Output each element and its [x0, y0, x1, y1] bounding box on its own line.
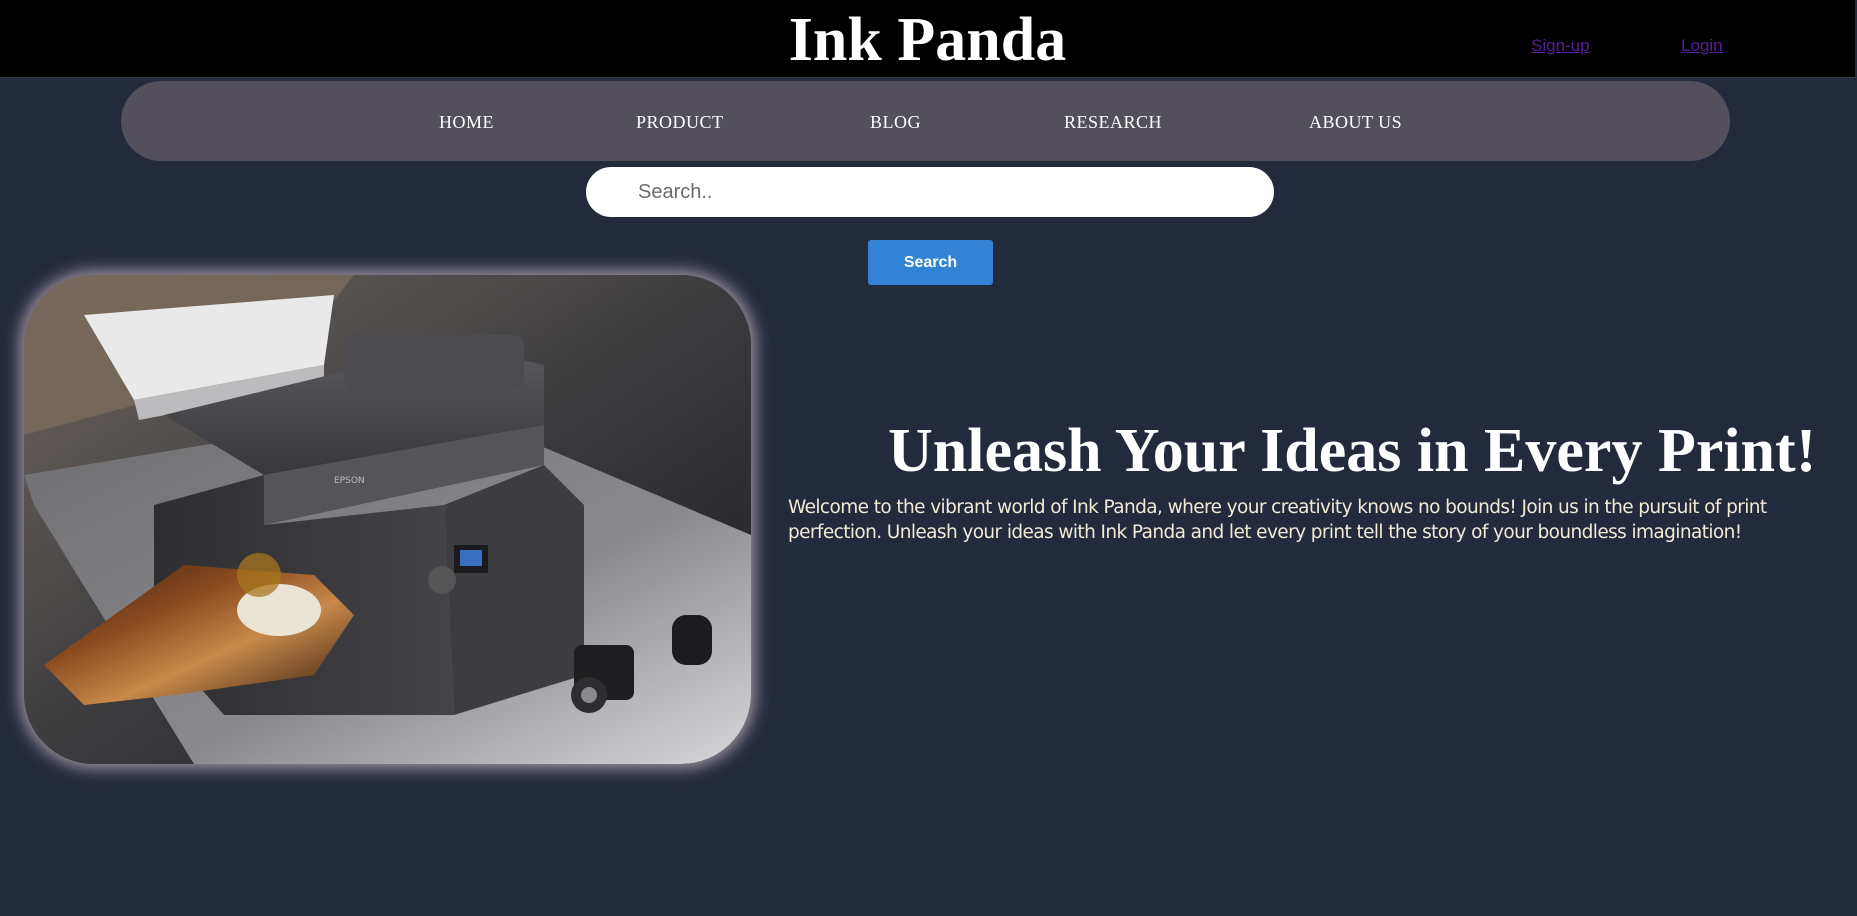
- login-link[interactable]: Login: [1681, 36, 1723, 56]
- hero-intro-text: Welcome to the vibrant world of Ink Pand…: [788, 496, 1767, 543]
- nav-home[interactable]: HOME: [439, 112, 494, 133]
- printer-photo-icon: EPSON: [24, 275, 751, 764]
- nav-research[interactable]: RESEARCH: [1064, 112, 1162, 133]
- main-nav: HOME PRODUCT BLOG RESEARCH ABOUT US: [121, 81, 1730, 161]
- hero-printer-image: EPSON: [24, 275, 751, 764]
- nav-blog[interactable]: BLOG: [870, 112, 921, 133]
- nav-about-us[interactable]: ABOUT US: [1309, 112, 1402, 133]
- nav-product[interactable]: PRODUCT: [636, 112, 724, 133]
- signup-link[interactable]: Sign-up: [1531, 36, 1590, 56]
- search-input[interactable]: [586, 167, 1274, 217]
- top-header: Ink Panda Sign-up Login: [0, 0, 1855, 78]
- svg-text:EPSON: EPSON: [334, 476, 365, 486]
- search-button[interactable]: Search: [868, 240, 993, 285]
- hero-headline: Unleash Your Ideas in Every Print!: [888, 416, 1817, 485]
